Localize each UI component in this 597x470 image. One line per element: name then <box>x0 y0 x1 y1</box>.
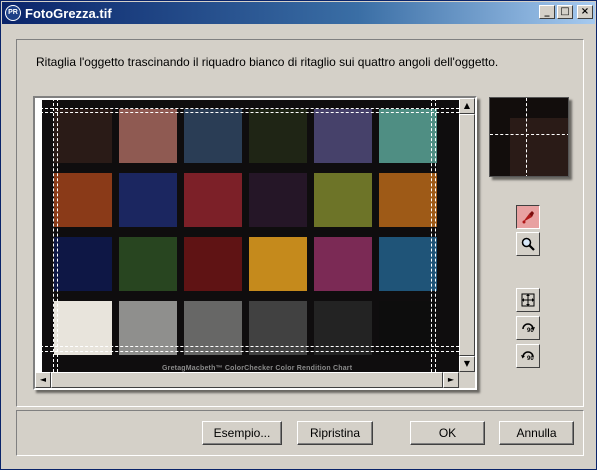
crop-left-edge[interactable] <box>53 98 54 372</box>
scroll-up-button[interactable]: ▲ <box>459 98 475 114</box>
scroll-down-button[interactable]: ▼ <box>459 356 475 372</box>
crop-corner-preview <box>489 97 569 177</box>
color-patch <box>54 109 112 163</box>
reset-button[interactable]: Ripristina <box>297 421 373 445</box>
crop-top-inner-edge[interactable] <box>35 112 459 113</box>
crop-panel: Ritaglia l'oggetto trascinando il riquad… <box>16 39 584 407</box>
color-patch <box>379 109 437 163</box>
color-chart-image[interactable]: GretagMacbeth™ ColorChecker Color Rendit… <box>42 100 459 372</box>
cancel-button[interactable]: Annulla <box>499 421 574 445</box>
vertical-scrollbar[interactable]: ▲ ▼ <box>459 98 475 372</box>
rotate-counterclockwise-button[interactable]: 90 <box>516 344 540 368</box>
color-patch <box>119 109 177 163</box>
window-controls: _ □ × <box>539 5 593 19</box>
magnifier-icon <box>521 237 535 251</box>
maximize-button[interactable]: □ <box>557 5 573 19</box>
color-patch <box>54 173 112 227</box>
color-patch <box>184 109 242 163</box>
horizontal-scroll-thumb[interactable] <box>51 372 443 388</box>
color-patch <box>54 237 112 291</box>
image-canvas[interactable]: GretagMacbeth™ ColorChecker Color Rendit… <box>35 98 459 372</box>
fit-to-window-button[interactable] <box>516 288 540 312</box>
example-button[interactable]: Esempio... <box>202 421 282 445</box>
crop-top-edge[interactable] <box>35 108 459 109</box>
color-patch <box>379 173 437 227</box>
color-patch <box>184 173 242 227</box>
rotate-clockwise-button[interactable]: 90 <box>516 316 540 340</box>
color-patch <box>184 237 242 291</box>
fit-to-window-icon <box>521 293 535 307</box>
scroll-right-button[interactable]: ► <box>443 372 459 388</box>
crop-tool-button[interactable] <box>516 205 540 229</box>
crop-right-edge[interactable] <box>431 98 432 372</box>
color-patch <box>379 237 437 291</box>
color-patch <box>249 173 307 227</box>
preview-patch <box>510 118 568 176</box>
rotate-clockwise-label: 90 <box>527 328 534 334</box>
horizontal-scrollbar[interactable]: ◄ ► <box>35 372 459 388</box>
color-patch <box>249 109 307 163</box>
close-button[interactable]: × <box>577 5 593 19</box>
color-patch <box>314 109 372 163</box>
chart-caption: GretagMacbeth™ ColorChecker Color Rendit… <box>162 365 353 372</box>
crop-bottom-inner-edge[interactable] <box>35 351 459 352</box>
crop-brush-icon <box>522 211 534 224</box>
crop-right-inner-edge[interactable] <box>435 98 436 372</box>
window-title: FotoGrezza.tif <box>25 5 112 21</box>
vertical-scroll-thumb[interactable] <box>459 114 475 356</box>
rotate-counterclockwise-label: 90 <box>527 356 534 362</box>
color-patch <box>119 173 177 227</box>
color-patch <box>119 237 177 291</box>
crop-left-inner-edge[interactable] <box>57 98 58 372</box>
dialog-window: PR FotoGrezza.tif _ □ × Ritaglia l'ogget… <box>0 0 597 470</box>
crop-bottom-edge[interactable] <box>35 346 459 347</box>
instruction-text: Ritaglia l'oggetto trascinando il riquad… <box>36 55 499 69</box>
color-patch <box>314 237 372 291</box>
scroll-corner <box>459 372 475 388</box>
ok-button[interactable]: OK <box>410 421 485 445</box>
color-patch <box>249 237 307 291</box>
app-icon: PR <box>5 5 21 21</box>
preview-crop-v-line <box>526 98 527 176</box>
title-bar[interactable]: PR FotoGrezza.tif _ □ × <box>2 2 595 24</box>
button-bar: Esempio... Ripristina OK Annulla <box>16 410 584 456</box>
image-viewport: GretagMacbeth™ ColorChecker Color Rendit… <box>33 96 477 390</box>
scroll-left-button[interactable]: ◄ <box>35 372 51 388</box>
zoom-tool-button[interactable] <box>516 232 540 256</box>
color-patch <box>314 173 372 227</box>
minimize-button[interactable]: _ <box>539 5 555 19</box>
preview-crop-h-line <box>490 134 568 135</box>
